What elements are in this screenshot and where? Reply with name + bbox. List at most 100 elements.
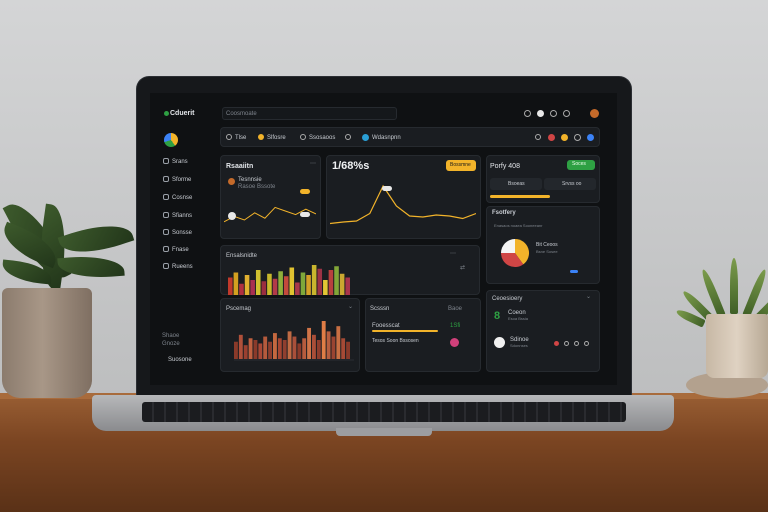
bar-20	[339, 273, 345, 295]
activity-icon-1[interactable]	[564, 341, 569, 346]
activity-menu-icon[interactable]: ⌄	[586, 294, 591, 300]
revenue-marker	[228, 212, 236, 220]
sidebar-item-5[interactable]: Sonsse	[172, 230, 192, 236]
bar-19	[334, 266, 339, 295]
bar-4	[253, 340, 258, 359]
app-logo[interactable]: Cduerit	[170, 110, 195, 117]
toolbar-chip-2[interactable]: Slfosre	[267, 135, 286, 141]
revenue-title: Rsaaiitn	[226, 163, 254, 170]
toolbar-red-icon[interactable]	[548, 134, 555, 141]
toolbar-icon-5	[362, 134, 369, 141]
stat-line-series	[330, 184, 476, 225]
sidebar-item-6[interactable]: Fnase	[172, 247, 189, 253]
bar-0	[234, 341, 238, 359]
bars-top-menu-icon[interactable]: ⋯	[450, 251, 456, 257]
search-text: Coosmoate	[226, 111, 257, 117]
bar-12	[295, 282, 300, 295]
sidebar-item-4[interactable]: Sfianns	[172, 213, 192, 219]
toolbar-chip-1[interactable]: Tlse	[235, 135, 246, 141]
toolbar-blue-icon[interactable]	[587, 134, 594, 141]
stat-value: 1/68%s	[332, 160, 370, 172]
activity-avatar	[494, 337, 505, 348]
shield-icon[interactable]	[537, 110, 544, 117]
bars-top-arrow-icon[interactable]: ⇄	[460, 265, 465, 271]
bar-13	[300, 272, 306, 295]
bar-6	[263, 336, 268, 359]
sidebar-icon-2	[163, 176, 169, 182]
perf-tab-2-label: Srvss oo	[562, 181, 582, 187]
sidebar-item-1[interactable]: Srans	[172, 159, 188, 165]
sidebar-avatar-icon	[164, 133, 178, 147]
bar-11	[289, 267, 295, 295]
bar-0	[228, 277, 233, 295]
notification-icon[interactable]	[563, 110, 570, 117]
perf-progress-bar	[490, 195, 550, 198]
bars-bottom-menu-icon[interactable]: ⌄	[348, 304, 353, 310]
overview-sub: Enasaos noaea Sooneeanr	[494, 223, 543, 228]
avatar[interactable]	[590, 109, 599, 118]
toolbar-search-icon[interactable]	[535, 134, 541, 140]
bar-22	[341, 338, 346, 359]
bar-17	[316, 340, 321, 359]
toolbar-yellow-icon[interactable]	[561, 134, 568, 141]
toolbar-icon-1	[226, 134, 232, 140]
tasks-head-1: Scsssn	[370, 306, 390, 312]
revenue-menu-icon[interactable]: ⋯	[310, 161, 316, 167]
overview-pie-chart	[501, 239, 530, 268]
perf-button-label: Soces	[572, 161, 586, 167]
tasks-row-1[interactable]: Fooesscat	[372, 323, 400, 329]
toolbar-icon-4	[345, 134, 351, 140]
bar-1	[233, 272, 239, 295]
bar-9	[277, 338, 282, 359]
bar-20	[331, 336, 336, 359]
bar-14	[302, 338, 307, 359]
tasks-row-2[interactable]: Tesos Soon Bssosen	[372, 339, 419, 344]
tasks-head-2: Baoe	[448, 306, 463, 312]
sidebar-item-3[interactable]: Cosnse	[172, 195, 192, 201]
activity-icon-2[interactable]	[574, 341, 579, 346]
pie-slice-2	[501, 239, 515, 253]
bar-13	[297, 343, 302, 359]
sidebar-icon-3	[163, 194, 169, 200]
bar-18	[321, 321, 326, 359]
bar-7	[267, 273, 272, 295]
laptop-screen: Cduerit Coosmoate Srans Sforme Cosnse Sf…	[150, 93, 617, 385]
overview-legend-1: Bit Ceoos	[536, 242, 558, 248]
laptop-keyboard	[142, 402, 626, 422]
bar-14	[306, 275, 311, 295]
toolbar-chip-3[interactable]: Ssosaoos	[309, 135, 335, 141]
activity-big-number: 8	[494, 310, 501, 322]
sidebar-item-2[interactable]: Sforme	[172, 177, 191, 183]
settings-icon[interactable]	[550, 110, 557, 117]
activity-item-2-sub: Sdonnses	[510, 343, 528, 348]
bar-21	[345, 277, 350, 295]
overview-link-icon[interactable]	[570, 270, 578, 273]
sidebar-icon-5	[163, 229, 169, 235]
overview-title: Fsotfery	[492, 210, 516, 216]
toolbar-icon-2	[258, 134, 264, 140]
perf-title: Porfy 408	[490, 163, 520, 170]
bars-bottom-title: Pscemag	[226, 306, 252, 312]
right-plant-pot	[706, 314, 768, 378]
activity-icon-3[interactable]	[584, 341, 589, 346]
activity-icon-red[interactable]	[554, 341, 559, 346]
sidebar-icon-7	[163, 263, 169, 269]
activity-card	[486, 290, 600, 372]
search-icon[interactable]	[524, 110, 531, 117]
toolbar-gear-icon[interactable]	[574, 134, 581, 141]
toolbar-chip-4[interactable]: Wdasnpnn	[372, 135, 401, 141]
bar-8	[273, 333, 277, 359]
bar-16	[317, 268, 323, 295]
bar-12	[292, 336, 297, 359]
bars-top-chart	[228, 265, 350, 295]
left-plant-pot	[2, 288, 92, 398]
bar-21	[336, 326, 341, 359]
laptop-trackpad	[336, 428, 432, 436]
perf-tab-1-label: Bsoeas	[508, 181, 525, 187]
bar-9	[278, 271, 283, 295]
sidebar-bottom-label[interactable]: Suosone	[168, 357, 192, 363]
bar-23	[346, 341, 351, 359]
bar-15	[311, 265, 317, 295]
sidebar-item-7[interactable]: Rueens	[172, 264, 193, 270]
bar-5	[258, 343, 263, 359]
